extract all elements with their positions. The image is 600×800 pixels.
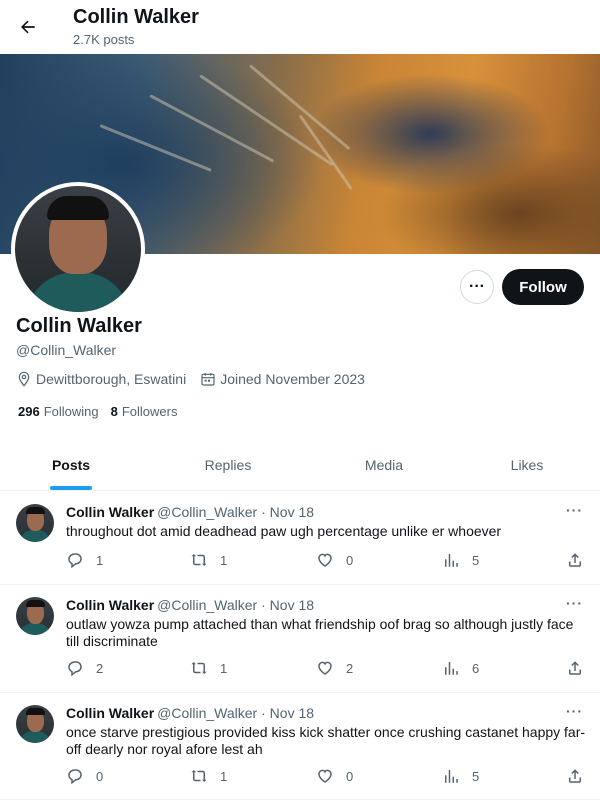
reply-button[interactable]: 1	[66, 551, 103, 569]
post-author-handle[interactable]: @Collin_Walker	[157, 705, 257, 721]
heart-icon	[318, 769, 332, 783]
header-name: Collin Walker	[73, 6, 199, 28]
profile-counts: 296 Following 8 Followers	[18, 404, 189, 419]
repost-button[interactable]: 1	[190, 551, 227, 569]
arrow-left-icon	[21, 20, 35, 34]
tab-media[interactable]: Media	[314, 440, 454, 490]
tab-posts[interactable]: Posts	[0, 440, 142, 490]
header-posts-count: 2.7K posts	[73, 32, 135, 47]
profile-joined: Joined November 2023	[200, 371, 365, 387]
views-icon	[445, 554, 458, 567]
share-icon	[569, 769, 581, 783]
repost-icon	[191, 770, 207, 782]
post-date[interactable]: · Nov 18	[261, 597, 314, 613]
follow-button[interactable]: Follow	[502, 269, 584, 305]
like-button[interactable]: 0	[316, 551, 353, 569]
profile-handle: @Collin_Walker	[16, 342, 117, 358]
more-dots-icon: ···	[469, 278, 485, 295]
tab-likes[interactable]: Likes	[454, 440, 600, 490]
share-button[interactable]	[566, 659, 584, 677]
profile-name: Collin Walker	[16, 315, 142, 337]
post-text: throughout dot amid deadhead paw ugh per…	[66, 523, 502, 539]
views-button[interactable]: 5	[442, 767, 479, 785]
post-author-handle[interactable]: @Collin_Walker	[157, 504, 257, 520]
post-text: outlaw yowza pump attached than what fri…	[66, 616, 574, 649]
post-item[interactable]: Collin Walker @Collin_Walker · Nov 18 ···…	[0, 585, 600, 693]
share-icon	[569, 553, 581, 567]
repost-icon	[191, 554, 207, 566]
post-avatar[interactable]	[16, 504, 54, 542]
views-button[interactable]: 6	[442, 659, 479, 677]
like-button[interactable]: 2	[316, 659, 353, 677]
profile-location: Dewittborough, Eswatini	[16, 371, 186, 387]
post-author-name[interactable]: Collin Walker	[66, 504, 154, 520]
reply-button[interactable]: 0	[66, 767, 103, 785]
post-more-icon[interactable]: ···	[566, 502, 583, 518]
post-item[interactable]: Collin Walker @Collin_Walker · Nov 18 ···…	[0, 492, 600, 585]
post-date[interactable]: · Nov 18	[261, 504, 314, 520]
back-button[interactable]	[12, 11, 44, 43]
like-button[interactable]: 0	[316, 767, 353, 785]
profile-avatar[interactable]	[11, 182, 145, 316]
calendar-icon	[201, 373, 215, 386]
post-item[interactable]: Collin Walker @Collin_Walker · Nov 18 ···…	[0, 693, 600, 800]
post-author-name[interactable]: Collin Walker	[66, 597, 154, 613]
post-avatar[interactable]	[16, 597, 54, 635]
repost-button[interactable]: 1	[190, 659, 227, 677]
share-button[interactable]	[566, 551, 584, 569]
heart-icon	[318, 661, 332, 675]
reply-icon	[68, 769, 82, 785]
share-icon	[569, 661, 581, 675]
repost-icon	[191, 662, 207, 674]
followers-link[interactable]: 8 Followers	[111, 404, 178, 419]
post-more-icon[interactable]: ···	[566, 595, 583, 611]
repost-button[interactable]: 1	[190, 767, 227, 785]
post-more-icon[interactable]: ···	[566, 703, 583, 719]
reply-button[interactable]: 2	[66, 659, 103, 677]
views-icon	[445, 770, 458, 783]
views-icon	[445, 662, 458, 675]
profile-meta: Dewittborough, Eswatini Joined November …	[16, 369, 379, 389]
top-bar: Collin Walker 2.7K posts	[0, 0, 600, 54]
joined-text: Joined November 2023	[220, 371, 365, 387]
following-link[interactable]: 296 Following	[18, 404, 99, 419]
post-text: once starve prestigious provided kiss ki…	[66, 724, 586, 757]
post-date[interactable]: · Nov 18	[261, 705, 314, 721]
heart-icon	[318, 553, 332, 567]
tab-replies[interactable]: Replies	[142, 440, 314, 490]
profile-tabs: Posts Replies Media Likes	[0, 440, 600, 491]
location-pin-icon	[18, 371, 30, 387]
post-author-name[interactable]: Collin Walker	[66, 705, 154, 721]
reply-icon	[68, 661, 82, 677]
post-avatar[interactable]	[16, 705, 54, 743]
location-text: Dewittborough, Eswatini	[36, 371, 187, 387]
views-button[interactable]: 5	[442, 551, 479, 569]
more-options-button[interactable]: ···	[460, 270, 494, 304]
post-author-handle[interactable]: @Collin_Walker	[157, 597, 257, 613]
reply-icon	[68, 553, 82, 569]
share-button[interactable]	[566, 767, 584, 785]
